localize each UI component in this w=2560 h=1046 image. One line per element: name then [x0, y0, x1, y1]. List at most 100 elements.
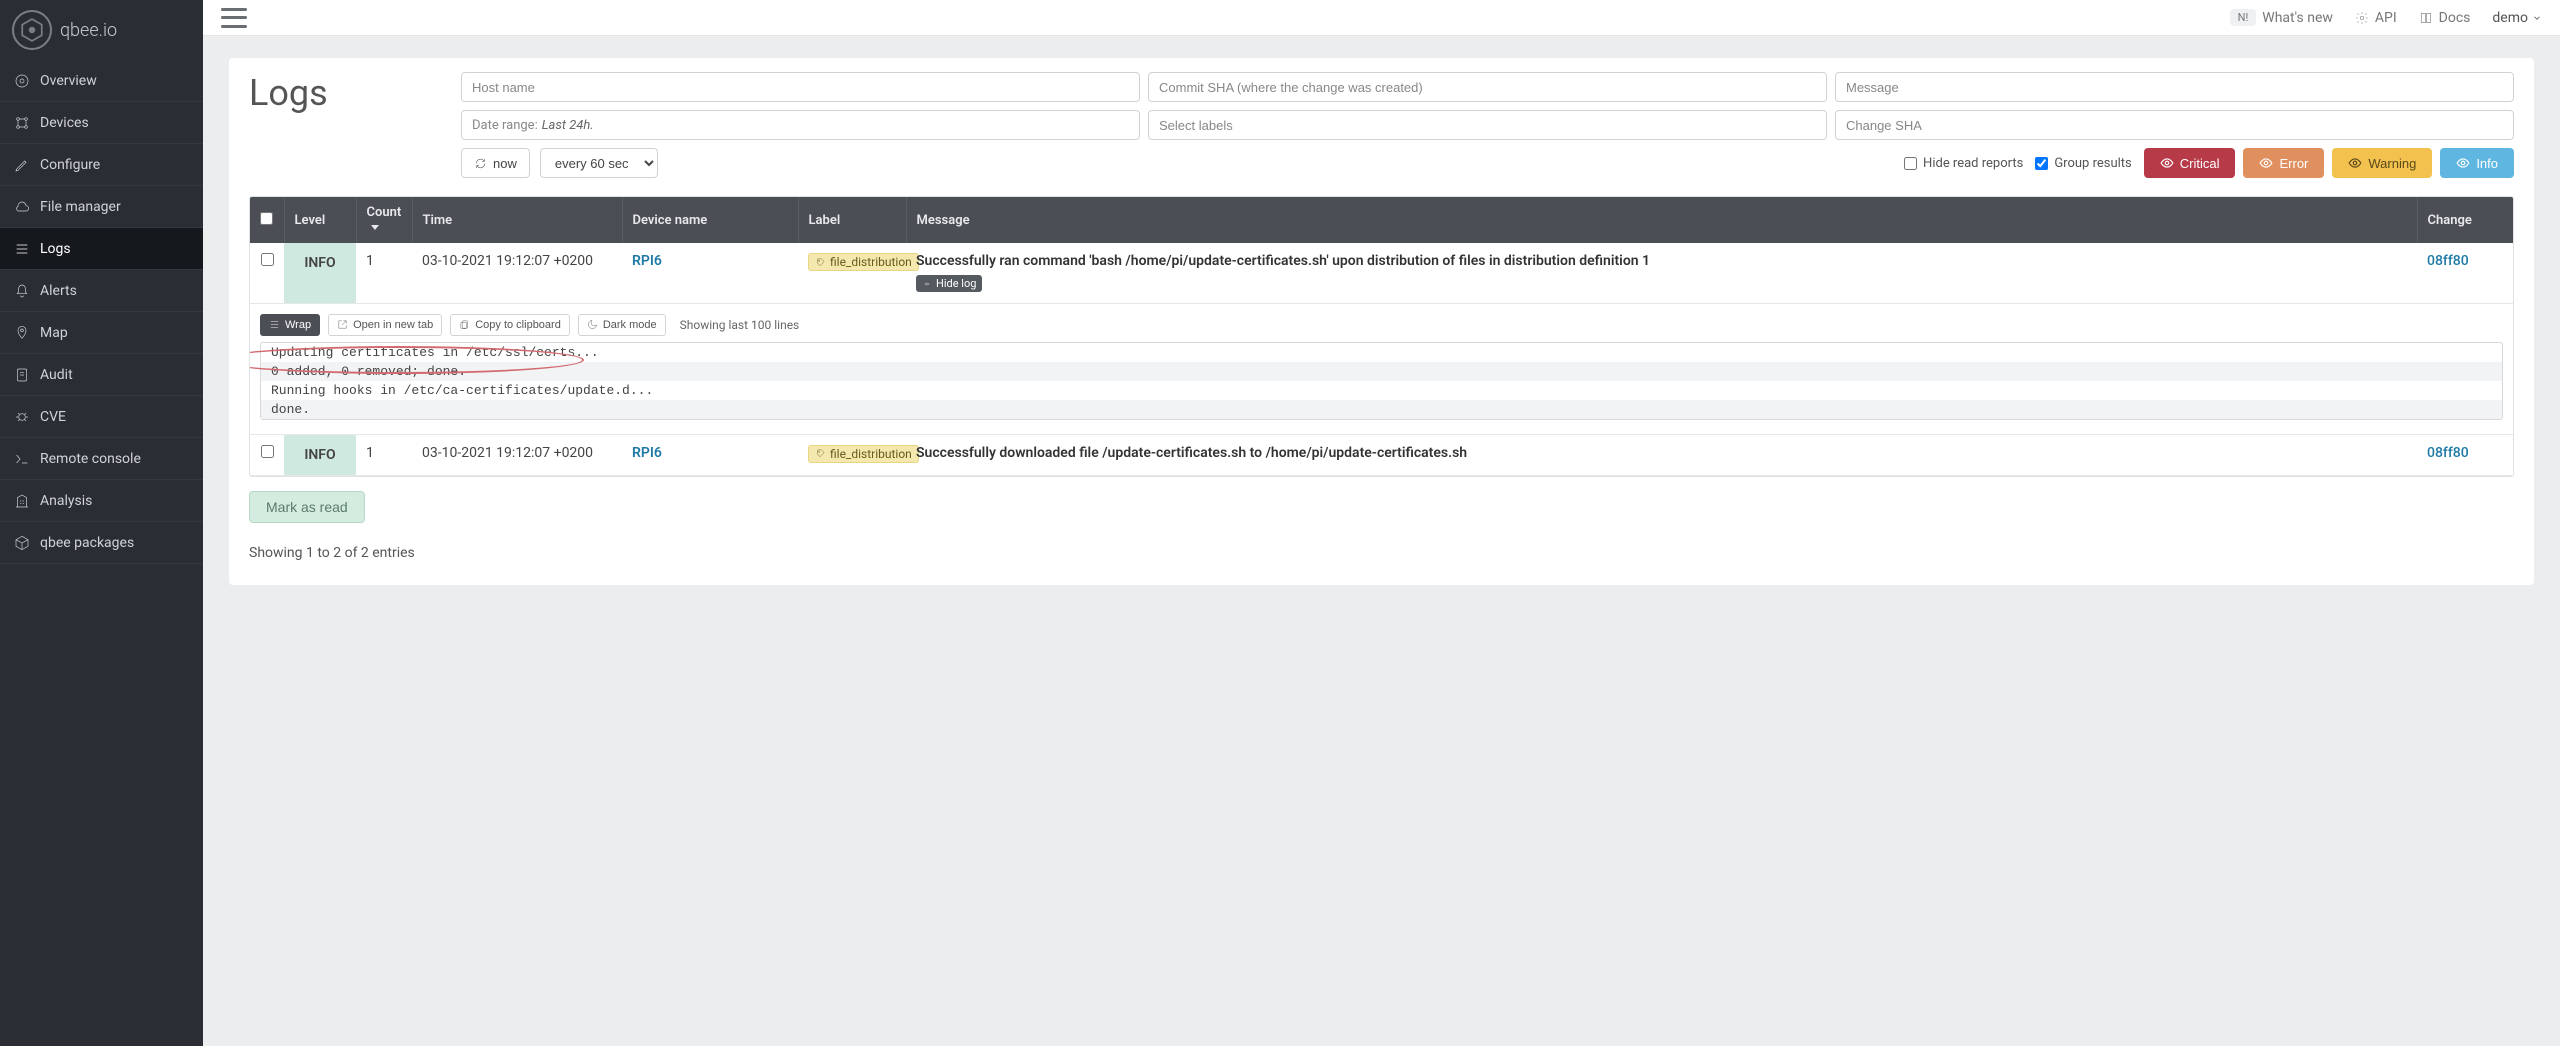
level-error-button[interactable]: Error — [2243, 148, 2324, 178]
devices-icon — [14, 115, 30, 131]
device-link[interactable]: RPI6 — [632, 253, 662, 269]
copy-button[interactable]: Copy to clipboard — [450, 314, 570, 336]
change-link[interactable]: 08ff80 — [2427, 253, 2469, 269]
docs-link[interactable]: Docs — [2419, 10, 2471, 26]
group-results-checkbox-wrap[interactable]: Group results — [2035, 156, 2131, 171]
column-device[interactable]: Device name — [622, 197, 798, 243]
sidebar-item-devices[interactable]: Devices — [0, 102, 203, 144]
home-icon — [14, 73, 30, 89]
showing-lines-label: Showing last 100 lines — [680, 318, 800, 332]
dark-mode-button[interactable]: Dark mode — [578, 314, 666, 336]
table-row[interactable]: INFO 1 03-10-2021 19:12:07 +0200 RPI6 fi… — [250, 434, 2513, 475]
count-cell: 1 — [356, 434, 412, 475]
topbar-actions: N! What's new API Docs demo — [2230, 9, 2542, 26]
sidebar-item-qbeepackages[interactable]: qbee packages — [0, 522, 203, 564]
refresh-now-label: now — [493, 156, 517, 171]
date-range-select[interactable]: Date range: Last 24h. — [461, 110, 1140, 140]
hide-read-checkbox[interactable] — [1904, 157, 1917, 170]
change-link[interactable]: 08ff80 — [2427, 445, 2469, 461]
open-new-tab-button[interactable]: Open in new tab — [328, 314, 442, 336]
refresh-interval-select[interactable]: every 60 sec — [540, 148, 658, 178]
refresh-now-button[interactable]: now — [461, 148, 530, 178]
table-footer: Mark as read — [249, 491, 2514, 523]
commit-sha-input[interactable] — [1148, 72, 1827, 102]
whats-new-label: What's new — [2262, 10, 2333, 26]
device-link[interactable]: RPI6 — [632, 445, 662, 461]
sidebar-item-label: Configure — [40, 157, 100, 173]
column-change[interactable]: Change — [2417, 197, 2513, 243]
sidebar-item-audit[interactable]: Audit — [0, 354, 203, 396]
labels-input[interactable] — [1148, 110, 1827, 140]
row-checkbox[interactable] — [261, 445, 274, 458]
level-warning-button[interactable]: Warning — [2332, 148, 2432, 178]
sidebar-item-filemanager[interactable]: File manager — [0, 186, 203, 228]
edit-icon — [14, 157, 30, 173]
menu-toggle-icon[interactable] — [221, 8, 247, 28]
whats-new-badge-icon: N! — [2230, 9, 2257, 26]
sidebar-item-logs[interactable]: Logs — [0, 228, 203, 270]
brand-logo[interactable]: qbee.io — [0, 0, 203, 60]
user-menu[interactable]: demo — [2492, 10, 2542, 26]
sidebar-item-label: Logs — [40, 241, 71, 257]
api-label: API — [2375, 10, 2397, 26]
terminal-icon — [14, 451, 30, 467]
bug-icon — [14, 409, 30, 425]
eye-icon — [2259, 156, 2273, 170]
logo-icon — [12, 10, 52, 50]
wrap-button[interactable]: Wrap — [260, 314, 320, 336]
sidebar-item-label: qbee packages — [40, 535, 134, 551]
api-link[interactable]: API — [2355, 10, 2397, 26]
message-input[interactable] — [1835, 72, 2514, 102]
docs-label: Docs — [2439, 10, 2471, 26]
wrap-icon — [269, 319, 280, 330]
log-output[interactable]: Updating certificates in /etc/ssl/certs.… — [260, 342, 2503, 420]
filters-row-1: Logs Date range: Last 24h. — [249, 72, 2514, 140]
label-tag[interactable]: file_distribution — [808, 445, 919, 463]
sidebar-item-cve[interactable]: CVE — [0, 396, 203, 438]
row-checkbox[interactable] — [261, 253, 274, 266]
clipboard-icon — [459, 319, 470, 330]
column-time[interactable]: Time — [412, 197, 622, 243]
level-info-button[interactable]: Info — [2440, 148, 2514, 178]
sidebar-item-label: Alerts — [40, 283, 77, 299]
mark-as-read-button[interactable]: Mark as read — [249, 491, 365, 523]
entries-info: Showing 1 to 2 of 2 entries — [249, 545, 2514, 561]
filters-row-2: now every 60 sec Hide read reports — [249, 148, 2514, 178]
hide-read-label: Hide read reports — [1923, 156, 2023, 171]
message-cell: Successfully ran command 'bash /home/pi/… — [916, 253, 1650, 269]
count-cell: 1 — [356, 243, 412, 303]
sidebar-item-analysis[interactable]: Analysis — [0, 480, 203, 522]
sidebar-item-label: Devices — [40, 115, 89, 131]
hide-read-checkbox-wrap[interactable]: Hide read reports — [1904, 156, 2023, 171]
sidebar-item-alerts[interactable]: Alerts — [0, 270, 203, 312]
collapse-icon — [922, 279, 932, 289]
select-all-checkbox[interactable] — [260, 212, 273, 225]
sidebar-item-map[interactable]: Map — [0, 312, 203, 354]
change-sha-input[interactable] — [1835, 110, 2514, 140]
refresh-icon — [474, 157, 487, 170]
logs-card: Logs Date range: Last 24h. — [229, 58, 2534, 585]
table-header-row: Level Count Time Device name Label Messa… — [250, 197, 2513, 243]
sidebar: qbee.io Overview Devices Configure File … — [0, 0, 203, 1046]
group-results-checkbox[interactable] — [2035, 157, 2048, 170]
log-output-row: Wrap Open in new tab — [250, 303, 2513, 434]
eye-icon — [2160, 156, 2174, 170]
book-icon — [2419, 11, 2433, 25]
whats-new-link[interactable]: N! What's new — [2230, 9, 2333, 26]
column-level[interactable]: Level — [284, 197, 356, 243]
column-message[interactable]: Message — [906, 197, 2417, 243]
app-root: qbee.io Overview Devices Configure File … — [0, 0, 2560, 1046]
sidebar-item-overview[interactable]: Overview — [0, 60, 203, 102]
sidebar-item-configure[interactable]: Configure — [0, 144, 203, 186]
sort-desc-icon — [371, 225, 379, 230]
map-icon — [14, 325, 30, 341]
host-input[interactable] — [461, 72, 1140, 102]
column-label[interactable]: Label — [798, 197, 906, 243]
table-row[interactable]: INFO 1 03-10-2021 19:12:07 +0200 RPI6 fi… — [250, 243, 2513, 303]
label-tag[interactable]: file_distribution — [808, 253, 919, 271]
sidebar-item-remoteconsole[interactable]: Remote console — [0, 438, 203, 480]
message-cell: Successfully downloaded file /update-cer… — [916, 445, 1467, 461]
hide-log-button[interactable]: Hide log — [916, 275, 982, 292]
column-count[interactable]: Count — [356, 197, 412, 243]
level-critical-button[interactable]: Critical — [2144, 148, 2236, 178]
